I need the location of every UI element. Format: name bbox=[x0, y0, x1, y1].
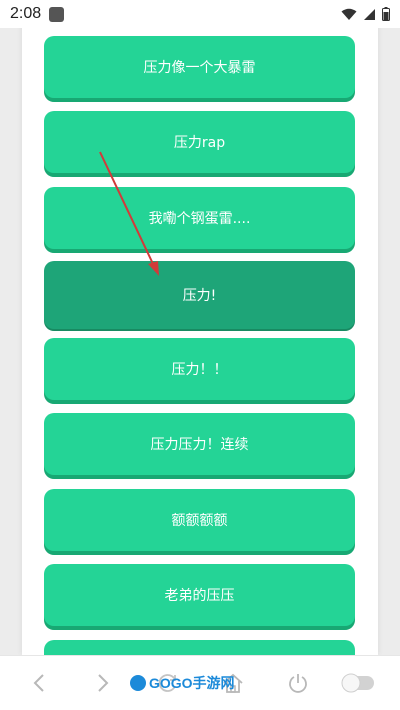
power-icon bbox=[289, 674, 307, 693]
power-button[interactable] bbox=[283, 668, 313, 698]
app-notification-icon bbox=[49, 6, 65, 22]
forward-icon bbox=[98, 674, 109, 692]
sound-button-label: 压力rap bbox=[173, 135, 226, 151]
status-icons bbox=[341, 7, 390, 21]
sound-button-label: 额额额额 bbox=[171, 513, 228, 529]
sound-button[interactable]: 压力！！ bbox=[44, 338, 355, 400]
sound-button[interactable]: 额额额额 bbox=[44, 489, 355, 551]
status-time: 2:08 bbox=[10, 5, 42, 22]
forward-button[interactable] bbox=[88, 668, 118, 698]
status-bar: 2:08 bbox=[0, 0, 400, 28]
back-icon bbox=[33, 674, 44, 692]
sound-button-label: 老弟的压压 bbox=[164, 588, 235, 604]
sound-button[interactable]: 压力rap bbox=[44, 111, 355, 173]
sound-button-partial-bottom[interactable] bbox=[44, 640, 355, 655]
sound-button-label: 压力压力！连续 bbox=[150, 437, 249, 453]
sound-list-page[interactable]: 压力像一个大暴雷 压力rap 我嘞个钢蛋雷.... 压力! 压力！！ 压力压力！… bbox=[22, 0, 378, 655]
sound-button-label: 我嘞个钢蛋雷.... bbox=[148, 211, 251, 227]
signal-icon bbox=[364, 8, 375, 20]
sound-button-label: 压力！！ bbox=[171, 362, 228, 378]
watermark-text: GOGO手游网 bbox=[149, 675, 235, 691]
watermark-logo-icon bbox=[130, 675, 146, 691]
wifi-icon bbox=[341, 8, 357, 20]
watermark: GOGO手游网 bbox=[130, 673, 235, 693]
sound-button[interactable]: 压力压力！连续 bbox=[44, 413, 355, 475]
toggle-icon bbox=[341, 673, 374, 693]
sound-button[interactable]: 压力像一个大暴雷 bbox=[44, 36, 355, 98]
sound-button-label: 压力像一个大暴雷 bbox=[143, 60, 256, 76]
toggle-switch[interactable] bbox=[340, 668, 376, 698]
sound-button[interactable]: 我嘞个钢蛋雷.... bbox=[44, 187, 355, 249]
back-button[interactable] bbox=[24, 668, 54, 698]
sound-button[interactable]: 老弟的压压 bbox=[44, 564, 355, 626]
sound-button-active[interactable]: 压力! bbox=[44, 261, 355, 329]
sound-button-label: 压力! bbox=[182, 288, 217, 304]
battery-icon bbox=[382, 7, 390, 21]
